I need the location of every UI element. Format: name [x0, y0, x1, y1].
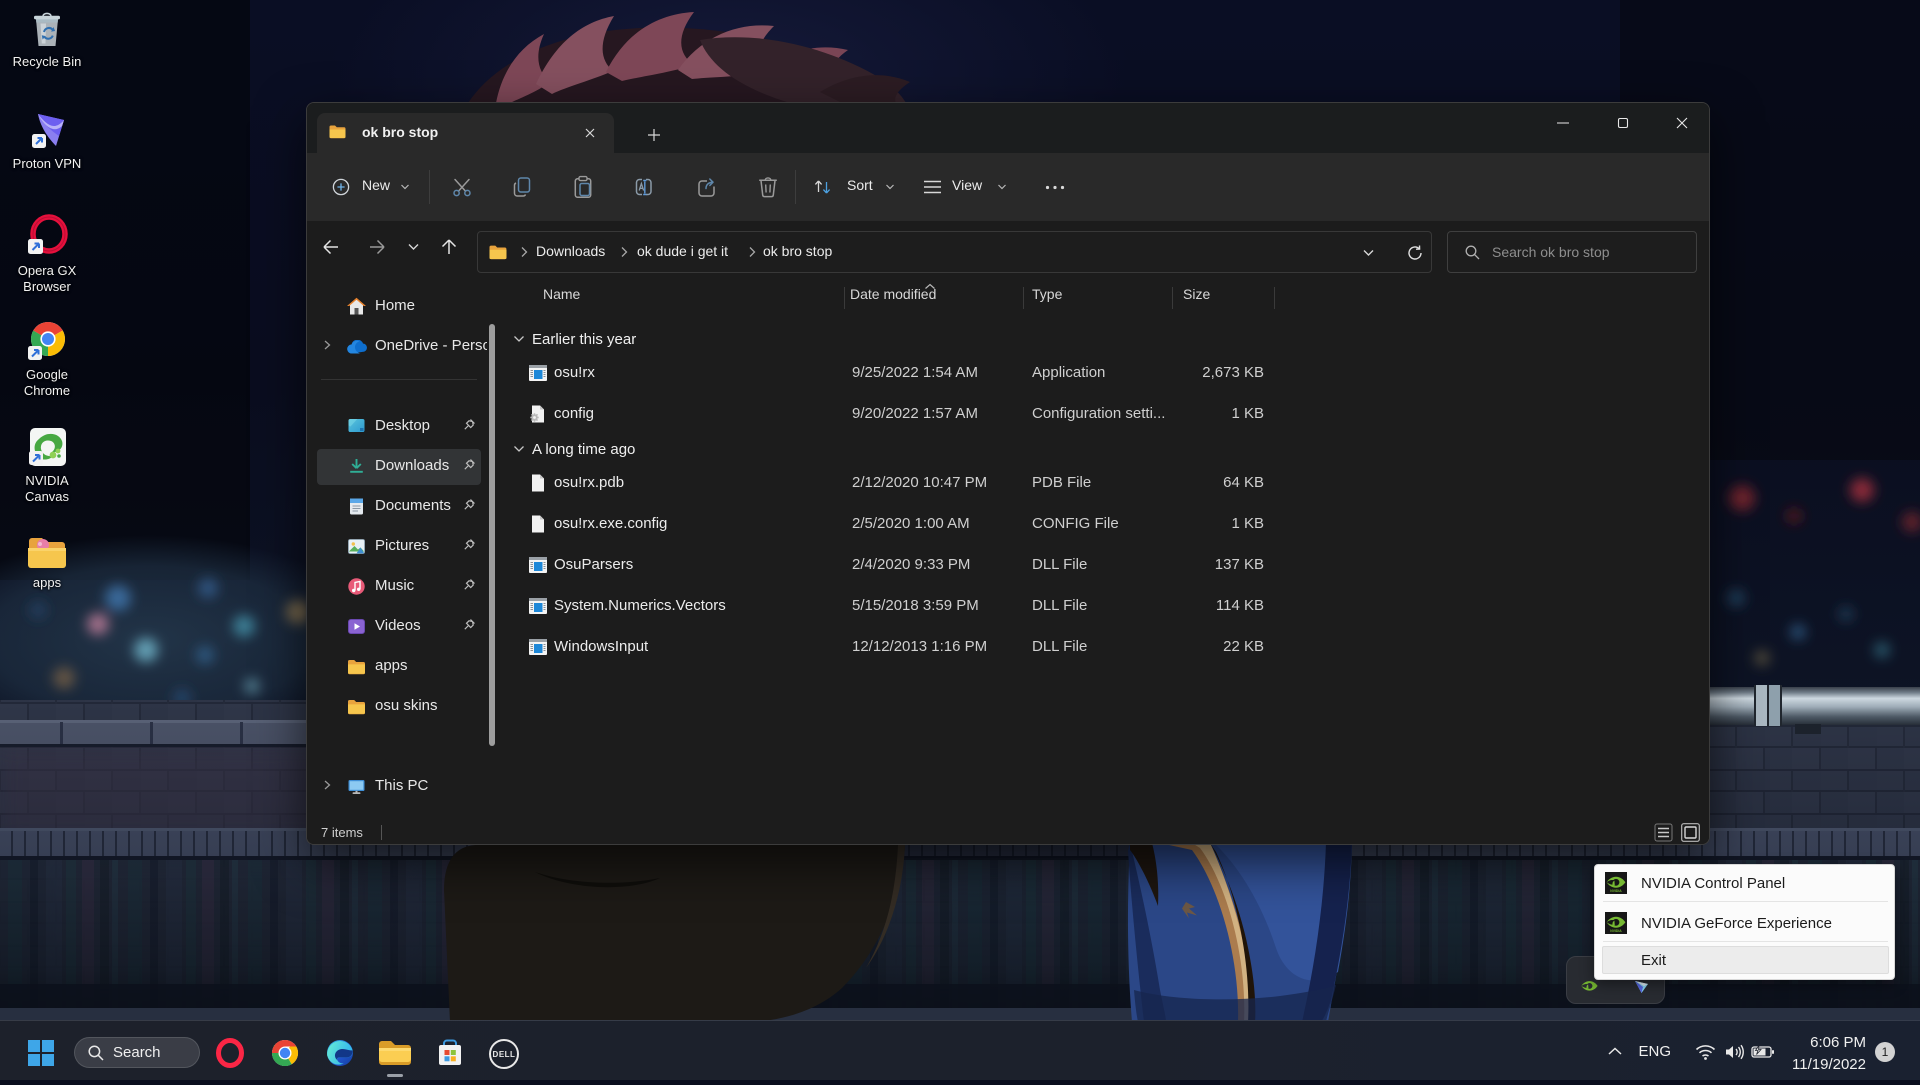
svg-text:NVIDIA: NVIDIA: [1610, 889, 1622, 893]
svg-text:DELL: DELL: [493, 1050, 516, 1059]
svg-text:NVIDIA: NVIDIA: [1610, 929, 1622, 933]
